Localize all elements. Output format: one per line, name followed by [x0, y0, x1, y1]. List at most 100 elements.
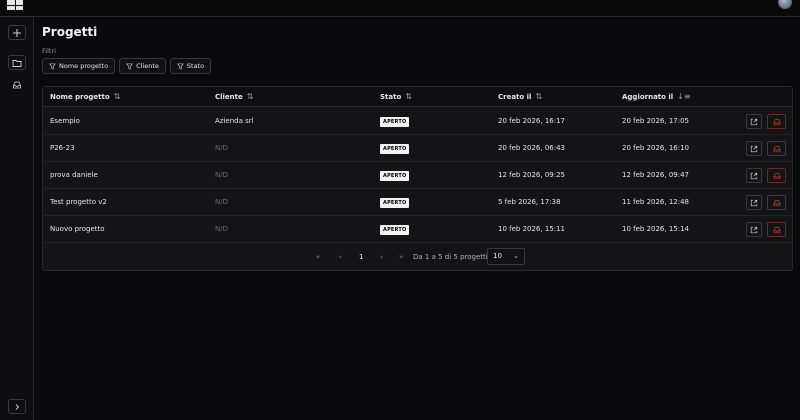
- cell-updated: 12 feb 2026, 09:47: [622, 171, 690, 179]
- cell-created: 5 feb 2026, 17:38: [498, 198, 561, 206]
- sidebar: [0, 17, 34, 420]
- external-link-icon: [750, 199, 758, 206]
- external-link-icon: [750, 172, 758, 179]
- last-page-button[interactable]: »: [399, 243, 403, 271]
- filter-button-label: Cliente: [136, 62, 159, 70]
- next-page-button[interactable]: ›: [380, 243, 383, 271]
- pagination-summary: Da 1 a 5 di 5 progetti: [413, 253, 488, 261]
- cell-created: 12 feb 2026, 09:25: [498, 171, 566, 179]
- inbox-icon: [773, 172, 780, 179]
- filter-button-label: Nome progetto: [59, 62, 109, 70]
- open-project-button[interactable]: [746, 222, 762, 237]
- app-logo-icon[interactable]: [7, 0, 23, 10]
- main-content: Progetti Filtri Nome progetto Cliente St…: [34, 17, 800, 420]
- open-project-button[interactable]: [746, 195, 762, 210]
- filter-button-status[interactable]: Stato: [169, 58, 212, 74]
- cell-client: N/D: [215, 171, 228, 179]
- inbox-icon: [773, 199, 780, 206]
- external-link-icon: [750, 118, 758, 125]
- table-row[interactable]: P26-23 N/D APERTO 20 feb 2026, 06:43 20 feb …: [43, 135, 792, 162]
- column-header-updated[interactable]: Aggiornato il ↓≡: [622, 87, 691, 107]
- inbox-icon: [773, 145, 780, 152]
- table-row[interactable]: Nuovo progetto N/D APERTO 10 feb 2026, 15:1…: [43, 216, 792, 243]
- table-row[interactable]: Esempio Azienda srl APERTO 20 feb 2026, 16:…: [43, 108, 792, 135]
- cell-updated: 20 feb 2026, 17:05: [622, 117, 690, 125]
- status-badge: APERTO: [380, 198, 410, 208]
- expand-sidebar-button[interactable]: [8, 399, 26, 414]
- filters-label: Filtri: [42, 47, 56, 55]
- column-header-client[interactable]: Cliente ⇅: [215, 87, 253, 107]
- sidebar-item-projects[interactable]: [8, 55, 26, 70]
- chevron-down-icon: ⌄: [513, 252, 519, 260]
- column-header-label: Cliente: [215, 93, 243, 101]
- current-page-button[interactable]: 1: [359, 243, 363, 271]
- cell-project-name[interactable]: P26-23: [50, 135, 75, 162]
- cell-client: N/D: [215, 198, 228, 206]
- external-link-icon: [750, 145, 758, 152]
- page-size-select[interactable]: 10 ⌄: [487, 248, 525, 265]
- table-row[interactable]: Test progetto v2 N/D APERTO 5 feb 2026, 17:…: [43, 189, 792, 216]
- status-badge: APERTO: [380, 225, 410, 235]
- add-button[interactable]: [8, 25, 26, 40]
- cell-client: Azienda srl: [215, 117, 254, 125]
- filter-bar: Nome progetto Cliente Stato: [42, 58, 212, 74]
- plus-icon: [13, 28, 21, 37]
- column-header-created[interactable]: Creato il ⇅: [498, 87, 542, 107]
- archive-project-button[interactable]: [767, 222, 786, 237]
- filter-button-label: Stato: [186, 62, 205, 70]
- pagination: « ‹ 1 › » Da 1 a 5 di 5 progetti 10 ⌄: [43, 243, 792, 271]
- page-title: Progetti: [42, 25, 98, 39]
- cell-project-name[interactable]: prova daniele: [50, 162, 98, 189]
- archive-project-button[interactable]: [767, 114, 786, 129]
- column-header-label: Stato: [380, 93, 402, 101]
- status-badge: APERTO: [380, 144, 410, 154]
- inbox-icon: [13, 81, 21, 88]
- cell-project-name[interactable]: Esempio: [50, 108, 80, 135]
- folder-icon: [12, 59, 22, 67]
- prev-page-button[interactable]: ‹: [339, 243, 342, 271]
- cell-updated: 10 feb 2026, 15:14: [622, 225, 690, 233]
- inbox-icon: [773, 118, 780, 125]
- archive-project-button[interactable]: [767, 195, 786, 210]
- external-link-icon: [750, 226, 758, 233]
- cell-created: 20 feb 2026, 16:17: [498, 117, 566, 125]
- open-project-button[interactable]: [746, 114, 762, 129]
- inbox-icon: [773, 226, 780, 233]
- sort-icon: ⇅: [113, 92, 121, 101]
- page-size-value: 10: [493, 252, 502, 260]
- table-row[interactable]: prova daniele N/D APERTO 12 feb 2026, 09:25…: [43, 162, 792, 189]
- archive-project-button[interactable]: [767, 141, 786, 156]
- top-bar: [0, 0, 800, 17]
- filter-button-project-name[interactable]: Nome progetto: [42, 58, 116, 74]
- open-project-button[interactable]: [746, 141, 762, 156]
- filter-button-client[interactable]: Cliente: [119, 58, 166, 74]
- first-page-button[interactable]: «: [316, 243, 320, 271]
- column-header-label: Nome progetto: [50, 93, 110, 101]
- column-header-status[interactable]: Stato ⇅: [380, 87, 412, 107]
- cell-project-name[interactable]: Test progetto v2: [50, 189, 107, 216]
- cell-client: N/D: [215, 144, 228, 152]
- avatar[interactable]: [778, 0, 792, 9]
- chevron-right-icon: [15, 403, 20, 410]
- projects-table: Nome progetto ⇅ Cliente ⇅ Stato ⇅ Creato…: [42, 86, 793, 271]
- cell-updated: 20 feb 2026, 16:10: [622, 144, 690, 152]
- sidebar-item-archive[interactable]: [8, 77, 26, 92]
- sort-icon: ⇅: [246, 92, 254, 101]
- filter-icon: [176, 63, 184, 70]
- open-project-button[interactable]: [746, 168, 762, 183]
- filter-icon: [126, 63, 134, 70]
- sort-desc-icon: ↓≡: [677, 92, 691, 101]
- cell-created: 20 feb 2026, 06:43: [498, 144, 566, 152]
- column-header-project-name[interactable]: Nome progetto ⇅: [50, 87, 120, 107]
- cell-created: 10 feb 2026, 15:11: [498, 225, 566, 233]
- cell-project-name[interactable]: Nuovo progetto: [50, 216, 105, 243]
- table-header: Nome progetto ⇅ Cliente ⇅ Stato ⇅ Creato…: [43, 87, 792, 107]
- filter-icon: [49, 63, 56, 70]
- cell-updated: 11 feb 2026, 12:48: [622, 198, 690, 206]
- cell-client: N/D: [215, 225, 228, 233]
- status-badge: APERTO: [380, 117, 410, 127]
- column-header-label: Creato il: [498, 93, 532, 101]
- archive-project-button[interactable]: [767, 168, 786, 183]
- sort-icon: ⇅: [405, 92, 412, 101]
- column-header-label: Aggiornato il: [622, 93, 674, 101]
